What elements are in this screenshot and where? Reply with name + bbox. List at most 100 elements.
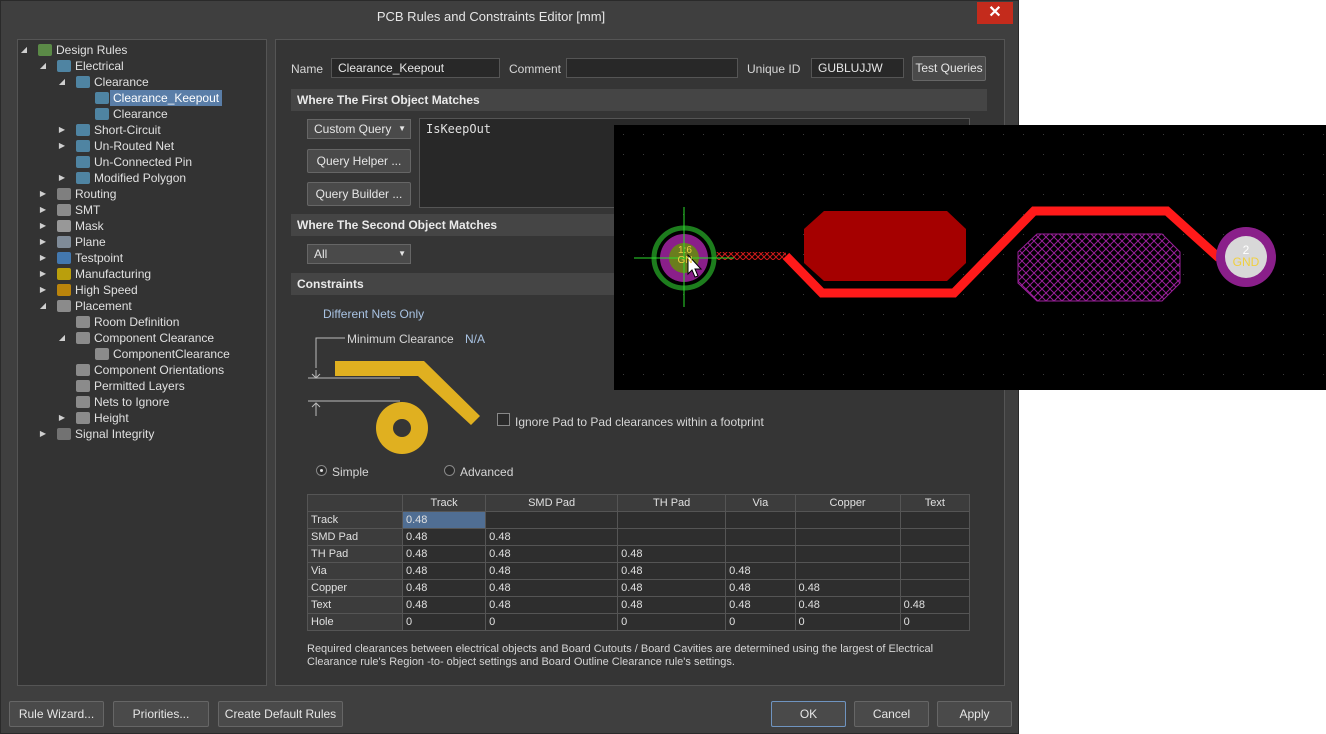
matrix-cell[interactable]	[725, 511, 796, 529]
tree-node[interactable]: Component Orientations	[57, 362, 297, 378]
expand-arrow-icon[interactable]: ▶	[38, 282, 48, 298]
tree-node[interactable]: ▶ Short-Circuit	[57, 122, 297, 138]
matrix-cell[interactable]: 0	[725, 613, 796, 631]
rule-wizard-button[interactable]: Rule Wizard...	[9, 701, 104, 727]
tree-node[interactable]: ▶ Plane	[38, 234, 278, 250]
matrix-cell[interactable]: 0	[617, 613, 727, 631]
matrix-cell[interactable]	[899, 545, 971, 563]
matrix-cell[interactable]: 0.48	[617, 579, 727, 597]
matrix-cell[interactable]: 0	[794, 613, 901, 631]
tree-node[interactable]: ▶ Mask	[38, 218, 278, 234]
matrix-cell[interactable]	[794, 511, 901, 529]
tree-node[interactable]: ▶ Signal Integrity	[38, 426, 278, 442]
matrix-cell[interactable]	[899, 562, 971, 580]
matrix-cell[interactable]: 0.48	[401, 545, 487, 563]
ignore-pad-checkbox[interactable]	[497, 413, 510, 426]
matrix-cell[interactable]: 0.48	[401, 528, 487, 546]
second-object-combo[interactable]: All ▼	[307, 244, 411, 264]
matrix-cell[interactable]: 0.48	[794, 596, 901, 614]
expand-arrow-icon[interactable]: ▶	[38, 186, 48, 202]
priorities-button[interactable]: Priorities...	[113, 701, 209, 727]
matrix-cell[interactable]	[617, 511, 727, 529]
matrix-cell[interactable]: 0.48	[485, 528, 619, 546]
tree-node[interactable]: ◢ Component Clearance	[57, 330, 297, 346]
matrix-cell[interactable]: 0.48	[485, 545, 619, 563]
collapse-arrow-icon[interactable]: ◢	[19, 42, 29, 58]
advanced-radio[interactable]	[444, 465, 455, 476]
first-object-combo[interactable]: Custom Query ▼	[307, 119, 411, 139]
matrix-cell[interactable]: 0	[899, 613, 971, 631]
matrix-cell[interactable]: 0.48	[401, 596, 487, 614]
tree-node[interactable]: ◢ Electrical	[38, 58, 278, 74]
expand-arrow-icon[interactable]: ▶	[38, 250, 48, 266]
matrix-cell[interactable]	[617, 528, 727, 546]
matrix-cell[interactable]: 0	[485, 613, 619, 631]
tree-node[interactable]: ▶ Routing	[38, 186, 278, 202]
tree-node[interactable]: ◢ Clearance	[57, 74, 297, 90]
matrix-cell[interactable]: 0.48	[725, 596, 796, 614]
expand-arrow-icon[interactable]: ▶	[57, 170, 67, 186]
apply-button[interactable]: Apply	[937, 701, 1012, 727]
unique-id-field[interactable]: GUBLUJJW	[811, 58, 904, 78]
tree-node[interactable]: Permitted Layers	[57, 378, 297, 394]
collapse-arrow-icon[interactable]: ◢	[57, 330, 67, 346]
tree-node[interactable]: ▶ Modified Polygon	[57, 170, 297, 186]
matrix-cell[interactable]: 0.48	[401, 579, 487, 597]
tree-node[interactable]: ▶ Un-Routed Net	[57, 138, 297, 154]
expand-arrow-icon[interactable]: ▶	[57, 138, 67, 154]
matrix-cell[interactable]	[899, 528, 971, 546]
comment-field[interactable]	[566, 58, 738, 78]
cancel-button[interactable]: Cancel	[854, 701, 929, 727]
matrix-cell[interactable]: 0.48	[617, 562, 727, 580]
matrix-cell[interactable]: 0.48	[725, 579, 796, 597]
name-field[interactable]: Clearance_Keepout	[331, 58, 500, 78]
matrix-cell[interactable]: 0.48	[725, 562, 796, 580]
tree-node[interactable]: ▶ Manufacturing	[38, 266, 278, 282]
collapse-arrow-icon[interactable]: ◢	[57, 74, 67, 90]
simple-radio[interactable]	[316, 465, 327, 476]
tree-node[interactable]: Room Definition	[57, 314, 297, 330]
si-rule-icon	[57, 428, 71, 440]
expand-arrow-icon[interactable]: ▶	[57, 122, 67, 138]
query-builder-button[interactable]: Query Builder ...	[307, 182, 411, 206]
matrix-cell[interactable]: 0	[401, 613, 487, 631]
matrix-cell[interactable]	[725, 528, 796, 546]
matrix-cell[interactable]: 0.48	[899, 596, 971, 614]
expand-arrow-icon[interactable]: ▶	[38, 202, 48, 218]
matrix-cell[interactable]	[794, 562, 901, 580]
ok-button[interactable]: OK	[771, 701, 846, 727]
tree-node[interactable]: Un-Connected Pin	[57, 154, 297, 170]
matrix-cell[interactable]	[725, 545, 796, 563]
matrix-cell[interactable]	[899, 579, 971, 597]
tree-node[interactable]: ◢ Design Rules	[19, 42, 259, 58]
collapse-arrow-icon[interactable]: ◢	[38, 58, 48, 74]
collapse-arrow-icon[interactable]: ◢	[38, 298, 48, 314]
matrix-cell[interactable]: 0.48	[485, 562, 619, 580]
matrix-cell[interactable]: 0.48	[401, 562, 487, 580]
expand-arrow-icon[interactable]: ▶	[57, 410, 67, 426]
tree-node[interactable]: ◢ Placement	[38, 298, 278, 314]
create-default-rules-button[interactable]: Create Default Rules	[218, 701, 343, 727]
matrix-cell[interactable]	[485, 511, 619, 529]
tree-node[interactable]: ▶ High Speed	[38, 282, 278, 298]
tree-node[interactable]: ▶ SMT	[38, 202, 278, 218]
matrix-cell[interactable]: 0.48	[401, 511, 487, 529]
close-button[interactable]: ✕	[977, 2, 1013, 24]
expand-arrow-icon[interactable]: ▶	[38, 218, 48, 234]
matrix-cell[interactable]	[794, 545, 901, 563]
query-helper-button[interactable]: Query Helper ...	[307, 149, 411, 173]
matrix-cell[interactable]: 0.48	[617, 545, 727, 563]
test-queries-button[interactable]: Test Queries	[912, 56, 986, 81]
matrix-cell[interactable]: 0.48	[794, 579, 901, 597]
tree-node[interactable]: ▶ Height	[57, 410, 297, 426]
matrix-cell[interactable]: 0.48	[617, 596, 727, 614]
tree-node[interactable]: ▶ Testpoint	[38, 250, 278, 266]
matrix-cell[interactable]	[899, 511, 971, 529]
matrix-cell[interactable]	[794, 528, 901, 546]
matrix-cell[interactable]: 0.48	[485, 596, 619, 614]
expand-arrow-icon[interactable]: ▶	[38, 234, 48, 250]
expand-arrow-icon[interactable]: ▶	[38, 426, 48, 442]
matrix-cell[interactable]: 0.48	[485, 579, 619, 597]
tree-node[interactable]: Nets to Ignore	[57, 394, 297, 410]
expand-arrow-icon[interactable]: ▶	[38, 266, 48, 282]
